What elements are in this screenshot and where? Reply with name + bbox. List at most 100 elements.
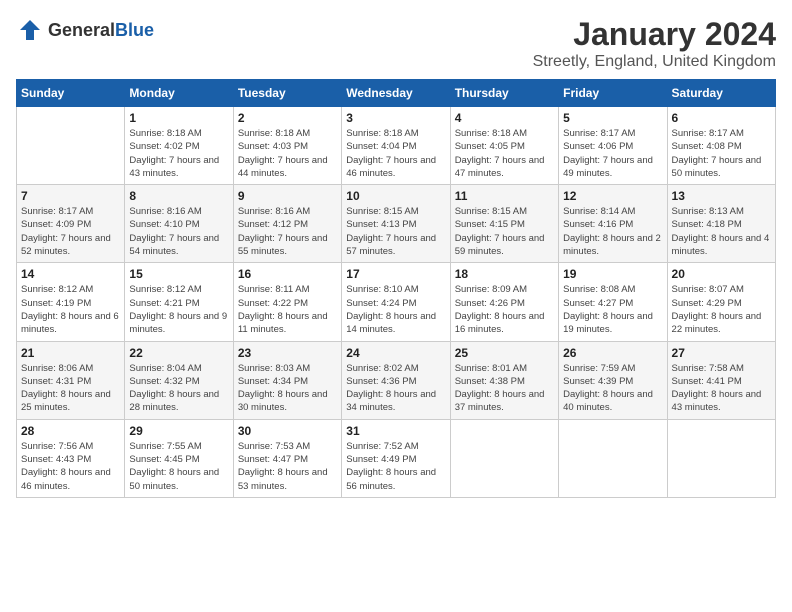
day-cell: 26 Sunrise: 7:59 AMSunset: 4:39 PMDayligh… <box>559 341 667 419</box>
day-info: Sunrise: 8:18 AMSunset: 4:03 PMDaylight:… <box>238 127 337 180</box>
day-info: Sunrise: 8:16 AMSunset: 4:12 PMDaylight:… <box>238 205 337 258</box>
day-info: Sunrise: 8:18 AMSunset: 4:04 PMDaylight:… <box>346 127 445 180</box>
day-number: 1 <box>129 111 228 125</box>
day-number: 17 <box>346 267 445 281</box>
day-header-sunday: Sunday <box>17 80 125 107</box>
day-number: 4 <box>455 111 554 125</box>
day-number: 6 <box>672 111 771 125</box>
day-cell: 20 Sunrise: 8:07 AMSunset: 4:29 PMDayligh… <box>667 263 775 341</box>
day-info: Sunrise: 8:18 AMSunset: 4:05 PMDaylight:… <box>455 127 554 180</box>
day-number: 25 <box>455 346 554 360</box>
day-number: 31 <box>346 424 445 438</box>
day-cell: 17Sunrise: 8:10 AMSunset: 4:24 PMDayligh… <box>342 263 450 341</box>
day-number: 8 <box>129 189 228 203</box>
day-number: 12 <box>563 189 662 203</box>
day-number: 3 <box>346 111 445 125</box>
day-info: Sunrise: 8:13 AMSunset: 4:18 PMDaylight:… <box>672 205 771 258</box>
day-cell: 5Sunrise: 8:17 AMSunset: 4:06 PMDaylight… <box>559 107 667 185</box>
day-number: 20 <box>672 267 771 281</box>
day-info: Sunrise: 8:12 AMSunset: 4:19 PMDaylight:… <box>21 283 120 336</box>
day-number: 28 <box>21 424 120 438</box>
week-row-2: 7Sunrise: 8:17 AMSunset: 4:09 PMDaylight… <box>17 185 776 263</box>
day-cell: 16Sunrise: 8:11 AMSunset: 4:22 PMDayligh… <box>233 263 341 341</box>
day-info: Sunrise: 8:01 AMSunset: 4:38 PMDaylight:… <box>455 362 554 415</box>
day-info: Sunrise: 7:55 AMSunset: 4:45 PMDaylight:… <box>129 440 228 493</box>
day-cell: 29 Sunrise: 7:55 AMSunset: 4:45 PMDayligh… <box>125 419 233 497</box>
day-number: 11 <box>455 189 554 203</box>
day-cell: 2 Sunrise: 8:18 AMSunset: 4:03 PMDaylight… <box>233 107 341 185</box>
header-area: GeneralBlue January 2024 Streetly, Engla… <box>16 16 776 71</box>
day-cell <box>667 419 775 497</box>
day-number: 5 <box>563 111 662 125</box>
day-info: Sunrise: 8:04 AMSunset: 4:32 PMDaylight:… <box>129 362 228 415</box>
day-cell: 24Sunrise: 8:02 AMSunset: 4:36 PMDayligh… <box>342 341 450 419</box>
day-header-friday: Friday <box>559 80 667 107</box>
day-cell: 27 Sunrise: 7:58 AMSunset: 4:41 PMDayligh… <box>667 341 775 419</box>
day-cell: 4 Sunrise: 8:18 AMSunset: 4:05 PMDaylight… <box>450 107 558 185</box>
day-cell: 12 Sunrise: 8:14 AMSunset: 4:16 PMDayligh… <box>559 185 667 263</box>
logo-text-general: General <box>48 20 115 40</box>
day-info: Sunrise: 8:14 AMSunset: 4:16 PMDaylight:… <box>563 205 662 258</box>
day-number: 26 <box>563 346 662 360</box>
day-number: 22 <box>129 346 228 360</box>
day-cell: 25 Sunrise: 8:01 AMSunset: 4:38 PMDayligh… <box>450 341 558 419</box>
day-number: 13 <box>672 189 771 203</box>
day-cell: 31 Sunrise: 7:52 AMSunset: 4:49 PMDayligh… <box>342 419 450 497</box>
day-cell: 21Sunrise: 8:06 AMSunset: 4:31 PMDayligh… <box>17 341 125 419</box>
day-cell <box>450 419 558 497</box>
day-number: 14 <box>21 267 120 281</box>
day-cell: 14 Sunrise: 8:12 AMSunset: 4:19 PMDayligh… <box>17 263 125 341</box>
calendar-subtitle: Streetly, England, United Kingdom <box>533 53 776 71</box>
day-cell <box>559 419 667 497</box>
day-info: Sunrise: 8:08 AMSunset: 4:27 PMDaylight:… <box>563 283 662 336</box>
day-number: 9 <box>238 189 337 203</box>
day-info: Sunrise: 8:15 AMSunset: 4:13 PMDaylight:… <box>346 205 445 258</box>
day-header-monday: Monday <box>125 80 233 107</box>
day-info: Sunrise: 7:59 AMSunset: 4:39 PMDaylight:… <box>563 362 662 415</box>
logo-icon <box>16 16 44 44</box>
day-cell: 1 Sunrise: 8:18 AMSunset: 4:02 PMDaylight… <box>125 107 233 185</box>
day-info: Sunrise: 8:18 AMSunset: 4:02 PMDaylight:… <box>129 127 228 180</box>
day-header-wednesday: Wednesday <box>342 80 450 107</box>
day-cell: 19 Sunrise: 8:08 AMSunset: 4:27 PMDayligh… <box>559 263 667 341</box>
logo-text-blue: Blue <box>115 20 154 40</box>
days-header-row: SundayMondayTuesdayWednesdayThursdayFrid… <box>17 80 776 107</box>
week-row-3: 14 Sunrise: 8:12 AMSunset: 4:19 PMDayligh… <box>17 263 776 341</box>
title-area: January 2024 Streetly, England, United K… <box>533 16 776 71</box>
day-cell: 10 Sunrise: 8:15 AMSunset: 4:13 PMDayligh… <box>342 185 450 263</box>
week-row-5: 28 Sunrise: 7:56 AMSunset: 4:43 PMDayligh… <box>17 419 776 497</box>
calendar-title: January 2024 <box>533 16 776 53</box>
day-number: 27 <box>672 346 771 360</box>
day-cell: 3 Sunrise: 8:18 AMSunset: 4:04 PMDaylight… <box>342 107 450 185</box>
calendar-header: SundayMondayTuesdayWednesdayThursdayFrid… <box>17 80 776 107</box>
week-row-4: 21Sunrise: 8:06 AMSunset: 4:31 PMDayligh… <box>17 341 776 419</box>
day-cell: 18Sunrise: 8:09 AMSunset: 4:26 PMDayligh… <box>450 263 558 341</box>
day-number: 2 <box>238 111 337 125</box>
day-cell: 30Sunrise: 7:53 AMSunset: 4:47 PMDayligh… <box>233 419 341 497</box>
day-number: 19 <box>563 267 662 281</box>
day-cell: 7Sunrise: 8:17 AMSunset: 4:09 PMDaylight… <box>17 185 125 263</box>
day-info: Sunrise: 7:56 AMSunset: 4:43 PMDaylight:… <box>21 440 120 493</box>
day-number: 10 <box>346 189 445 203</box>
day-number: 29 <box>129 424 228 438</box>
day-cell: 6 Sunrise: 8:17 AMSunset: 4:08 PMDaylight… <box>667 107 775 185</box>
day-number: 24 <box>346 346 445 360</box>
day-info: Sunrise: 8:07 AMSunset: 4:29 PMDaylight:… <box>672 283 771 336</box>
day-number: 21 <box>21 346 120 360</box>
day-info: Sunrise: 7:58 AMSunset: 4:41 PMDaylight:… <box>672 362 771 415</box>
day-number: 15 <box>129 267 228 281</box>
day-number: 30 <box>238 424 337 438</box>
day-cell: 9 Sunrise: 8:16 AMSunset: 4:12 PMDaylight… <box>233 185 341 263</box>
day-info: Sunrise: 8:12 AMSunset: 4:21 PMDaylight:… <box>129 283 228 336</box>
day-header-thursday: Thursday <box>450 80 558 107</box>
day-cell: 22 Sunrise: 8:04 AMSunset: 4:32 PMDayligh… <box>125 341 233 419</box>
day-info: Sunrise: 8:16 AMSunset: 4:10 PMDaylight:… <box>129 205 228 258</box>
day-info: Sunrise: 8:03 AMSunset: 4:34 PMDaylight:… <box>238 362 337 415</box>
day-header-tuesday: Tuesday <box>233 80 341 107</box>
day-info: Sunrise: 7:52 AMSunset: 4:49 PMDaylight:… <box>346 440 445 493</box>
day-cell <box>17 107 125 185</box>
day-number: 18 <box>455 267 554 281</box>
day-info: Sunrise: 8:17 AMSunset: 4:08 PMDaylight:… <box>672 127 771 180</box>
day-number: 23 <box>238 346 337 360</box>
week-row-1: 1 Sunrise: 8:18 AMSunset: 4:02 PMDaylight… <box>17 107 776 185</box>
